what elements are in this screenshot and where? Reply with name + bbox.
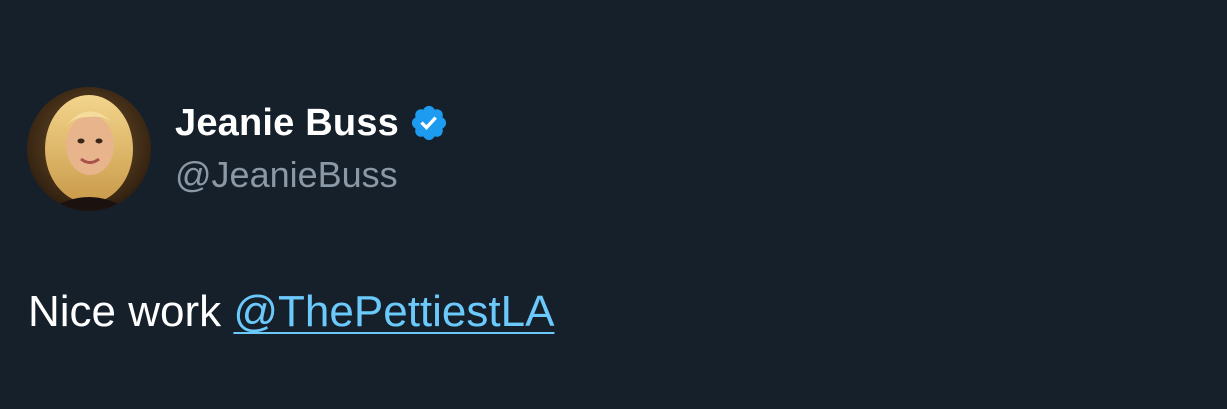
tweet-text: Nice work @ThePettiestLA (28, 283, 554, 341)
name-line: Jeanie Buss (175, 101, 449, 145)
profile-photo (27, 87, 151, 211)
tweet-detail-screen: Post (0, 0, 1227, 409)
page-title: Post (0, 0, 1227, 8)
avatar[interactable] (27, 87, 151, 211)
display-name[interactable]: Jeanie Buss (175, 101, 399, 145)
author-row: Jeanie Buss @JeanieBuss (27, 87, 449, 211)
user-handle[interactable]: @JeanieBuss (175, 153, 449, 197)
mention-link[interactable]: @ThePettiestLA (233, 287, 554, 336)
verified-badge-icon (409, 103, 449, 143)
author-info: Jeanie Buss @JeanieBuss (175, 101, 449, 197)
top-bar: Post (0, 0, 1227, 8)
tweet-body-text: Nice work (28, 287, 222, 336)
